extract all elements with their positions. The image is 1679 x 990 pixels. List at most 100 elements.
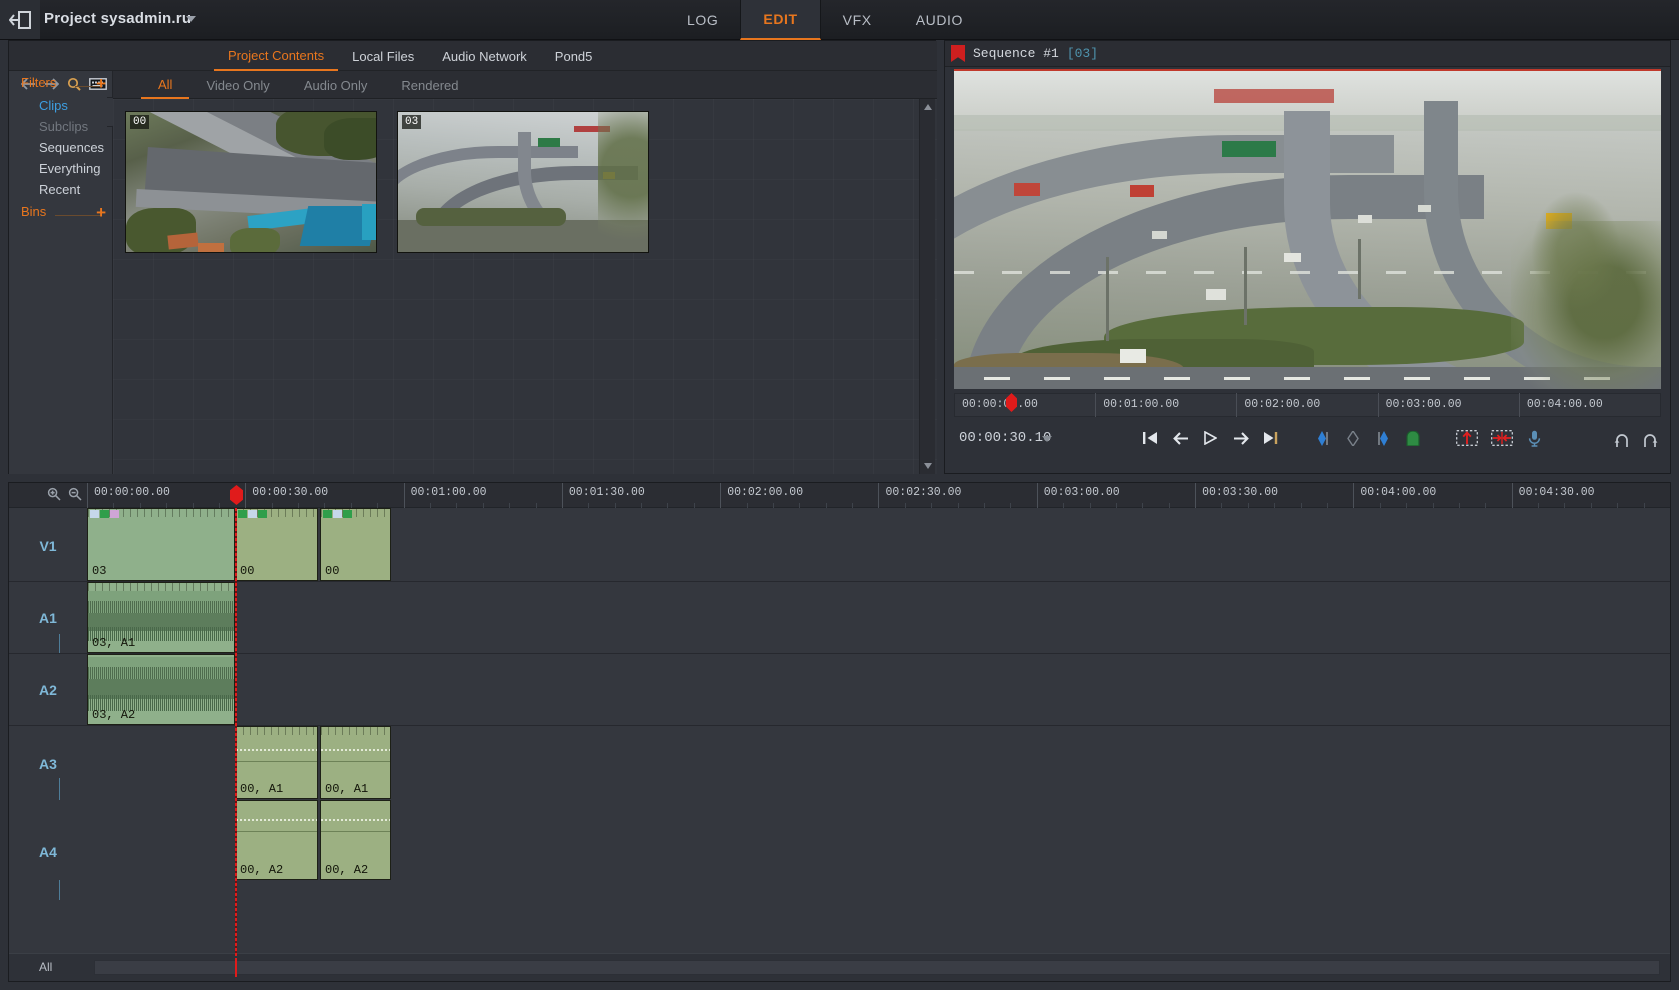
viewer-timecode[interactable]: 00:00:30.10 (959, 430, 1051, 446)
bins-label: Bins (21, 204, 47, 219)
replace-icon[interactable] (1491, 427, 1513, 449)
timeline-clip[interactable]: 03, A1 (87, 582, 235, 653)
viewer-video-frame[interactable] (954, 69, 1661, 389)
undo-icon[interactable] (1614, 430, 1630, 452)
track-header-a1[interactable]: A1 (9, 582, 87, 724)
exit-project-button[interactable] (0, 0, 40, 39)
transport-controls (1142, 427, 1543, 449)
add-marker-icon[interactable] (1404, 427, 1421, 449)
mark-in-icon[interactable] (1314, 427, 1331, 449)
clip-thumbnail-03[interactable]: 03 (397, 111, 649, 253)
add-bin-icon[interactable]: + (96, 204, 106, 221)
timeline-clip[interactable]: 00, A1 (320, 726, 391, 799)
filter-video-only[interactable]: Video Only (189, 71, 286, 99)
viewer-timecode-ruler[interactable]: 00:00:00.00 00:01:00.00 00:02:00.00 00:0… (954, 393, 1661, 417)
track-lane-a1[interactable]: 03, A1 (87, 582, 1670, 653)
tab-project-contents[interactable]: Project Contents (214, 41, 339, 71)
chevron-down-icon[interactable] (1042, 436, 1052, 442)
clip-name: 00, A2 (240, 863, 284, 877)
filter-audio-only[interactable]: Audio Only (287, 71, 385, 99)
track-lane-a3[interactable]: 00, A1 00, A1 (87, 726, 1670, 799)
step-back-icon[interactable] (1172, 427, 1189, 449)
sidebar-item-everything[interactable]: Everything (9, 158, 112, 179)
viewer-tick: 00:00:00.00 (962, 398, 1038, 411)
track-lane-a2[interactable]: 03, A2 (87, 654, 1670, 725)
tab-pond5[interactable]: Pond5 (541, 41, 607, 71)
sequence-flag-icon (951, 45, 965, 62)
tab-audio[interactable]: AUDIO (894, 0, 985, 40)
viewer-tick: 00:03:00.00 (1377, 393, 1519, 417)
viewer-playhead[interactable] (1006, 393, 1017, 415)
filter-rendered[interactable]: Rendered (384, 71, 475, 99)
track-lane-v1[interactable]: 03 00 00 (87, 508, 1670, 581)
chevron-down-icon[interactable] (186, 16, 196, 22)
clip-grid: 00 03 (113, 99, 937, 474)
timeline-all-button[interactable]: All (39, 960, 52, 974)
add-filter-icon[interactable]: + (96, 75, 106, 92)
clip-name: 00 (325, 564, 340, 578)
track-header-a2[interactable]: A2 (9, 654, 87, 725)
tab-edit[interactable]: EDIT (740, 0, 821, 40)
timeline-clip[interactable]: 03, A2 (87, 654, 235, 725)
timeline-horizontal-scrollbar[interactable] (94, 960, 1660, 975)
timeline-playhead-handle[interactable] (230, 485, 243, 505)
track-header-v1[interactable]: V1 (9, 508, 87, 581)
timeline-clip[interactable]: 00 (320, 508, 391, 581)
zoom-out-icon[interactable] (68, 487, 82, 501)
caret-down-icon[interactable] (920, 458, 936, 474)
viewer-transport-bar: 00:00:30.10 (945, 421, 1670, 457)
sidebar-item-sequences[interactable]: Sequences (9, 137, 112, 158)
tick-label: 00:02:00.00 (727, 486, 804, 499)
timeline-clip[interactable]: 00, A1 (235, 726, 318, 799)
tab-audio-network[interactable]: Audio Network (428, 41, 541, 71)
zoom-in-icon[interactable] (47, 487, 61, 501)
tab-local-files[interactable]: Local Files (338, 41, 428, 71)
track-lane-a4[interactable]: 00, A2 00, A2 (87, 800, 1670, 880)
sequence-name[interactable]: Sequence #1 (973, 46, 1059, 61)
sidebar-item-recent[interactable]: Recent (9, 179, 112, 200)
tick-label: 00:01:00.00 (410, 486, 487, 499)
timeline-clip[interactable]: 00 (235, 508, 318, 581)
timeline-clip[interactable]: 00, A2 (320, 800, 391, 880)
sidebar-item-subclips[interactable]: Subclips (9, 116, 112, 137)
timeline-ruler[interactable]: 00:00:00.00 00:00:30.00 00:01:00.00 00:0… (9, 483, 1670, 508)
go-to-start-icon[interactable] (1142, 427, 1159, 449)
sequence-clip-badge: [03] (1066, 46, 1099, 61)
timeline-clip[interactable]: 03 (87, 508, 235, 581)
tick-label: 00:04:00.00 (1360, 486, 1437, 499)
track-label-a4: A4 (39, 844, 57, 860)
browser-scrollbar[interactable] (919, 99, 935, 474)
step-forward-icon[interactable] (1232, 427, 1249, 449)
clip-name: 00, A1 (325, 782, 369, 796)
clip-name: 00, A2 (325, 863, 369, 877)
mark-clear-icon[interactable] (1344, 427, 1361, 449)
track-label-a1: A1 (39, 610, 57, 626)
mode-tabs: LOG EDIT VFX AUDIO (665, 0, 985, 40)
track-header-a3[interactable]: A3 (9, 726, 87, 900)
top-bar: Project sysadmin.ru LOG EDIT VFX AUDIO (0, 0, 1679, 40)
timeline-tracks: V1 03 00 00 A1 03, A1 A2 03, A2 A3 00, A… (9, 485, 1670, 956)
mark-out-icon[interactable] (1374, 427, 1391, 449)
timeline-clip[interactable]: 00, A2 (235, 800, 318, 880)
sequence-viewer-panel: Sequence #1 [03] 00:00:00.00 00:01:00.00… (944, 40, 1671, 474)
track-header-a4[interactable]: A4 (9, 800, 87, 880)
project-title[interactable]: Project sysadmin.ru (44, 10, 191, 27)
sidebar-item-clips[interactable]: Clips (9, 95, 112, 116)
clip-name: 00, A1 (240, 782, 284, 796)
redo-icon[interactable] (1642, 430, 1658, 452)
go-to-end-icon[interactable] (1262, 427, 1279, 449)
tick-label: 00:04:30.00 (1518, 486, 1595, 499)
tab-log[interactable]: LOG (665, 0, 740, 40)
tab-vfx[interactable]: VFX (821, 0, 894, 40)
caret-up-icon[interactable] (920, 99, 936, 115)
clip-name: 03 (92, 564, 107, 578)
timeline-playhead[interactable] (235, 508, 237, 956)
clip-thumbnail-00[interactable]: 00 (125, 111, 377, 253)
play-icon[interactable] (1202, 427, 1219, 449)
voice-over-icon[interactable] (1526, 427, 1543, 449)
browser-sidebar: Filters + Clips Subclips Sequences Every… (9, 71, 113, 474)
overwrite-icon[interactable] (1456, 427, 1478, 449)
filter-all[interactable]: All (141, 71, 190, 99)
tick-label: 00:02:30.00 (885, 486, 962, 499)
clip-name: 03, A1 (92, 636, 136, 650)
